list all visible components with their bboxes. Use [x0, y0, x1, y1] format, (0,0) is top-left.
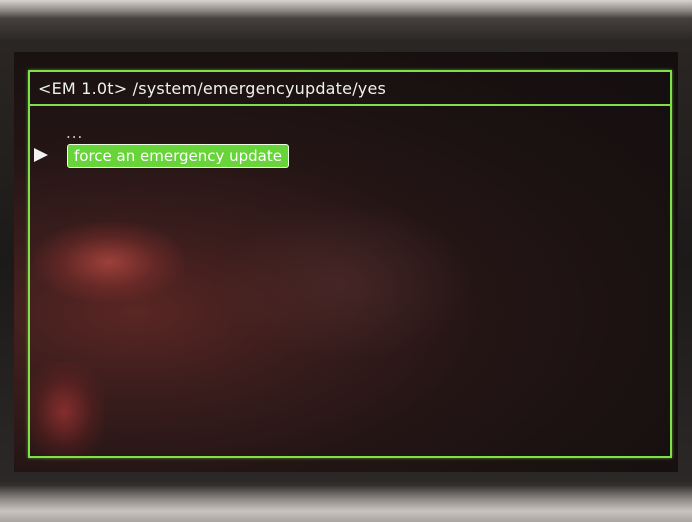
right-arrow-icon [34, 148, 48, 162]
bezel-bottom-trim [0, 486, 692, 522]
title-bar: <EM 1.0t> /system/emergencyupdate/yes [30, 72, 670, 106]
menu-item-label: force an emergency update [74, 147, 282, 165]
menu-item-parent[interactable]: ... [66, 124, 83, 142]
bezel-top-trim [0, 0, 692, 18]
menu-frame: <EM 1.0t> /system/emergencyupdate/yes ..… [28, 70, 672, 458]
display-screen: <EM 1.0t> /system/emergencyupdate/yes ..… [14, 52, 678, 472]
page-title: <EM 1.0t> /system/emergencyupdate/yes [38, 78, 387, 98]
head-unit-bezel: <EM 1.0t> /system/emergencyupdate/yes ..… [0, 0, 692, 522]
menu-item-force-emergency-update[interactable]: force an emergency update [67, 144, 289, 168]
